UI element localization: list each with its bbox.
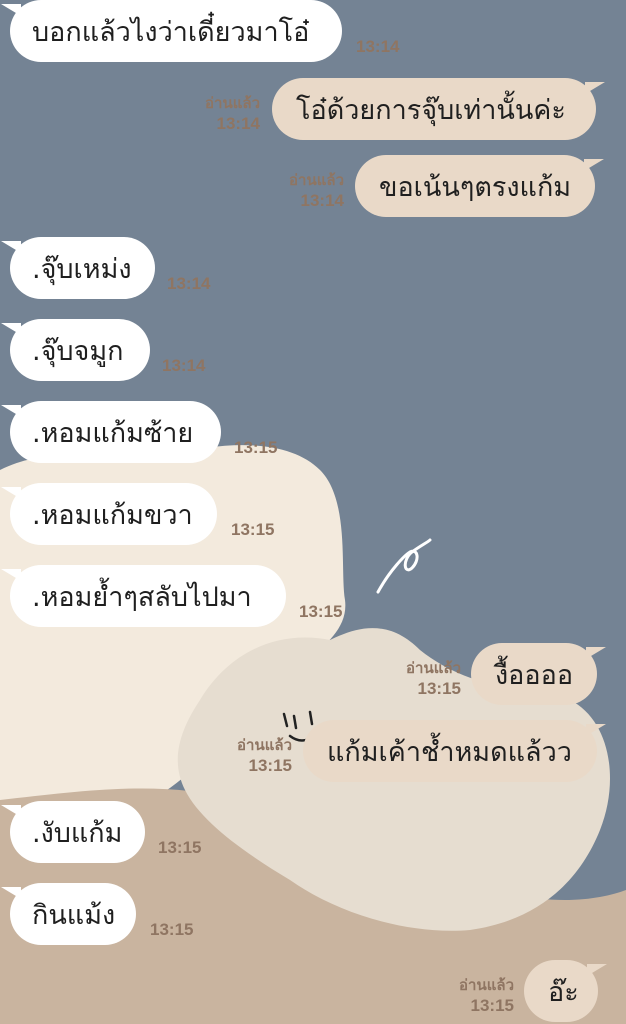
message-time: 13:14 bbox=[162, 356, 206, 375]
message-time: 13:15 bbox=[150, 920, 194, 939]
message-bubble[interactable]: .จุ๊บจมูก bbox=[1, 319, 150, 381]
message-time: 13:14 bbox=[216, 114, 260, 133]
message-bubble[interactable]: กินแม้ง bbox=[1, 883, 136, 945]
message-bubble[interactable]: แก้มเค้าช้ำหมดแล้วว bbox=[303, 720, 606, 782]
message-bubble[interactable]: .หอมแก้มขวา bbox=[1, 483, 217, 545]
message-bubble[interactable]: .จุ๊บเหม่ง bbox=[1, 237, 155, 299]
message-bubble[interactable]: .หอมแก้มซ้าย bbox=[1, 401, 221, 463]
message-time: 13:15 bbox=[299, 602, 343, 621]
message-bubble[interactable]: อ๊ะ bbox=[524, 960, 607, 1022]
message-bubble[interactable]: โอ๋ด้วยการจุ๊บเท่านั้นค่ะ bbox=[272, 78, 605, 140]
read-receipt: อ่านแล้ว bbox=[406, 659, 461, 677]
message-bubble[interactable]: .งับแก้ม bbox=[1, 801, 145, 863]
read-receipt: อ่านแล้ว bbox=[459, 976, 514, 994]
message-time: 13:14 bbox=[300, 191, 344, 210]
message-time: 13:15 bbox=[470, 996, 514, 1015]
read-receipt: อ่านแล้ว bbox=[205, 94, 260, 112]
message-bubble[interactable]: .หอมย้ำๆสลับไปมา bbox=[1, 565, 286, 627]
message-time: 13:15 bbox=[234, 438, 278, 457]
message-time: 13:15 bbox=[158, 838, 202, 857]
read-receipt: อ่านแล้ว bbox=[289, 171, 344, 189]
message-bubble[interactable]: งื้ออออ bbox=[471, 643, 606, 705]
message-bubble[interactable]: บอกแล้วไงว่าเดี๋ยวมาโอ๋ bbox=[1, 0, 342, 62]
message-time: 13:15 bbox=[231, 520, 275, 539]
message-time: 13:14 bbox=[356, 37, 400, 56]
message-time: 13:14 bbox=[167, 274, 211, 293]
message-bubble[interactable]: ขอเน้นๆตรงแก้ม bbox=[355, 155, 604, 217]
message-time: 13:15 bbox=[248, 756, 292, 775]
message-time: 13:15 bbox=[417, 679, 461, 698]
read-receipt: อ่านแล้ว bbox=[237, 736, 292, 754]
